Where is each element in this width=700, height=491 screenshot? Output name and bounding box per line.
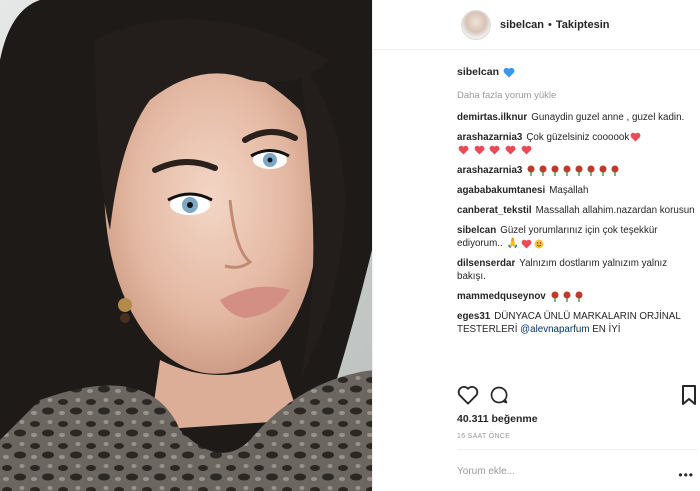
comment-username[interactable]: arashazarnia3 xyxy=(457,132,522,143)
heart-blue-icon xyxy=(503,67,515,77)
smile-emoji-icon xyxy=(534,239,544,248)
red-heart-icon xyxy=(630,133,641,142)
comment-item: canberat_tekstil Massallah allahim.nazard… xyxy=(457,204,697,217)
bookmark-icon[interactable] xyxy=(681,385,697,405)
comment-item: sibelcan Güzel yorumlarınız için çok teşe… xyxy=(457,224,697,250)
caption-username[interactable]: sibelcan xyxy=(457,66,499,78)
red-heart-icon xyxy=(490,146,500,155)
comment-username[interactable]: demirtas.ilknur xyxy=(457,112,527,123)
comment-item: arashazarnia3 Çok güzelsiniz coooook xyxy=(457,131,697,157)
avatar[interactable] xyxy=(461,9,491,40)
comment-text: Maşallah xyxy=(549,185,589,196)
comment-item: agababakumtanesi Maşallah xyxy=(457,184,697,197)
comments-list: sibelcan Daha fazla yorum yükle demirtas… xyxy=(457,64,697,343)
rose-icon xyxy=(527,165,535,176)
comment-text-tail: EN İYİ xyxy=(592,324,621,336)
rose-icon xyxy=(563,291,571,302)
comment-item: eges31 DÜNYACA ÜNLÜ MARKALARIN ORJİNAL TE… xyxy=(457,310,697,336)
red-heart-icon xyxy=(521,239,532,249)
comment-item: mammedquseynov xyxy=(457,290,697,303)
instagram-post: sibelcan • Takiptesin sibelcan Daha fazl… xyxy=(0,0,700,491)
comment-icon[interactable] xyxy=(489,385,509,405)
red-hearts-row xyxy=(457,145,533,156)
post-actions xyxy=(457,385,697,405)
rose-icon xyxy=(599,165,607,176)
divider xyxy=(457,449,697,450)
red-heart-icon xyxy=(474,146,485,155)
comment-text: Çok güzelsiniz coooook xyxy=(526,132,630,143)
comment-username[interactable]: agababakumtanesi xyxy=(457,185,545,196)
post-username[interactable]: sibelcan xyxy=(500,19,544,31)
rose-icon xyxy=(551,165,559,176)
red-heart-icon xyxy=(521,146,532,155)
load-more-comments-link[interactable]: Daha fazla yorum yükle xyxy=(457,90,697,102)
comment-item: arashazarnia3 xyxy=(457,164,697,177)
person-emoji-icon: 🙏 xyxy=(506,238,519,249)
red-heart-icon xyxy=(458,146,469,155)
like-heart-icon[interactable] xyxy=(457,385,479,405)
comment-username[interactable]: dilsenserdar xyxy=(457,258,515,269)
comment-text: Massallah allahim.nazardan korusun xyxy=(535,205,695,216)
comment-text: Gunaydin guzel anne , guzel kadin. xyxy=(531,112,685,123)
likes-count[interactable]: 40.311 beğenme xyxy=(457,413,538,425)
comment-item: demirtas.ilknur Gunaydin guzel anne , guz… xyxy=(457,111,697,124)
add-comment-input[interactable]: Yorum ekle... xyxy=(457,466,515,477)
follow-status-button[interactable]: Takiptesin xyxy=(556,19,610,31)
rose-icon xyxy=(551,291,559,302)
rose-row xyxy=(526,165,622,176)
selfie-photo-image xyxy=(0,0,372,491)
rose-icon xyxy=(587,165,595,176)
comment-item: dilsenserdar Yalnızım dostlarım yalnızım … xyxy=(457,257,697,283)
rose-icon xyxy=(611,165,619,176)
comment-username[interactable]: mammedquseynov xyxy=(457,291,546,302)
rose-row xyxy=(550,291,586,302)
comment-username[interactable]: canberat_tekstil xyxy=(457,205,532,216)
more-options-icon[interactable]: ••• xyxy=(678,468,694,482)
comment-username[interactable]: sibelcan xyxy=(457,225,496,236)
post-timestamp: 16 SAAT ÖNCE xyxy=(457,433,511,440)
mention-link[interactable]: @alevnaparfum xyxy=(520,324,589,335)
header-separator: • xyxy=(548,18,552,31)
rose-icon xyxy=(539,165,547,176)
comment-username[interactable]: arashazarnia3 xyxy=(457,165,522,176)
post-header: sibelcan • Takiptesin xyxy=(373,0,700,50)
rose-icon xyxy=(563,165,571,176)
comment-username[interactable]: eges31 xyxy=(457,311,490,322)
rose-icon xyxy=(575,165,583,176)
post-photo[interactable] xyxy=(0,0,372,491)
post-side-panel: sibelcan • Takiptesin sibelcan Daha fazl… xyxy=(372,0,700,491)
red-heart-icon xyxy=(505,146,516,155)
rose-icon xyxy=(575,291,583,302)
caption-line: sibelcan xyxy=(457,64,697,80)
